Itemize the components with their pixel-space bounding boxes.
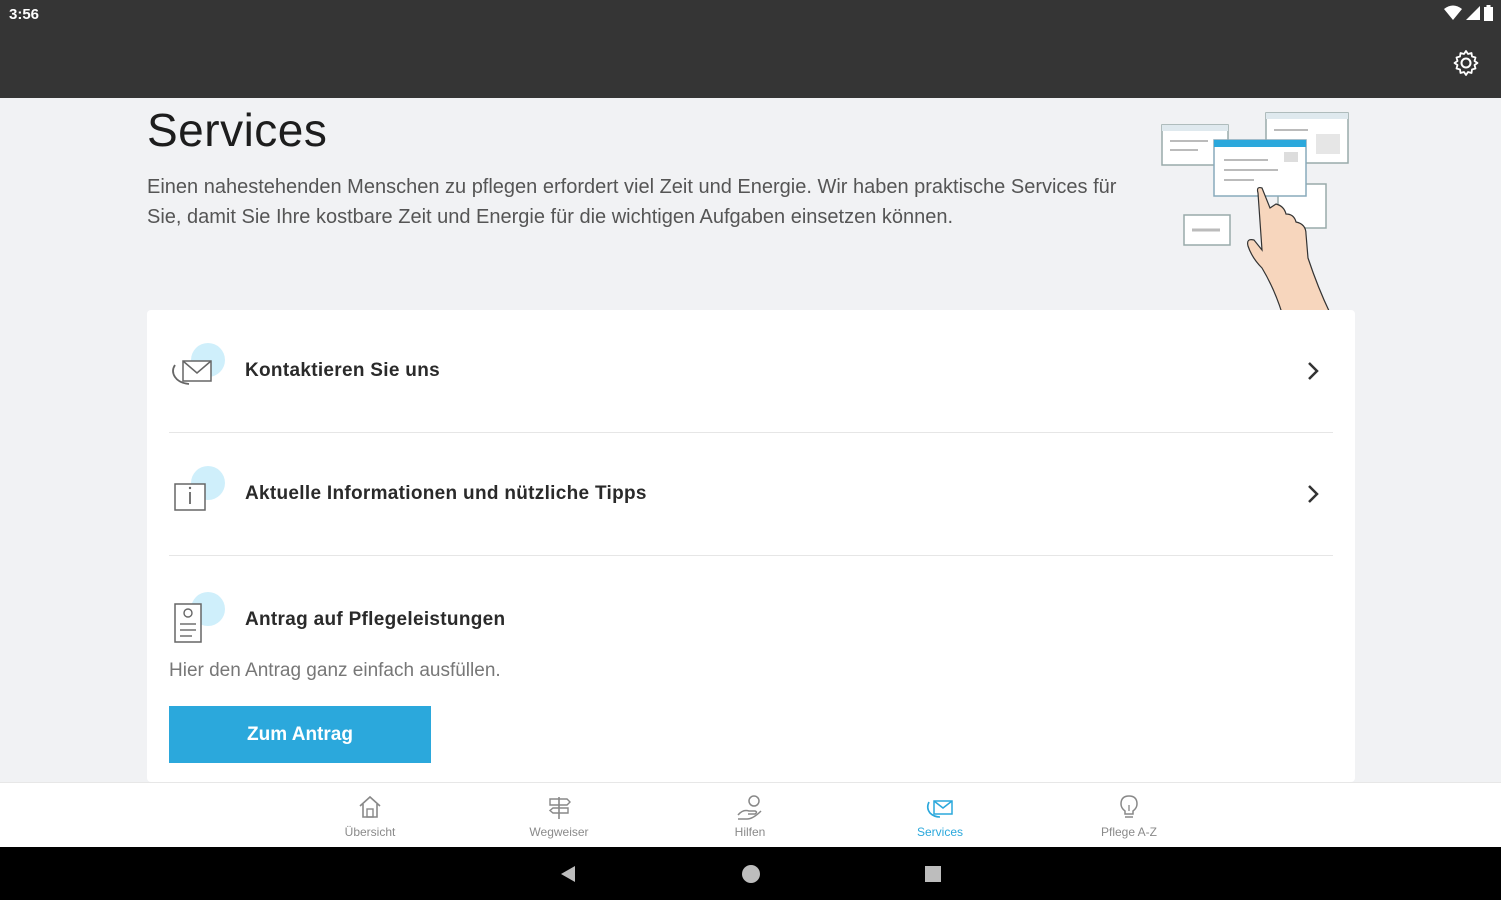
status-icons [1444, 5, 1493, 21]
list-item-label: Kontaktieren Sie uns [245, 360, 440, 381]
battery-icon [1484, 5, 1493, 21]
bottom-navigation: Übersicht Wegweiser Hilfen Services Pfle… [0, 782, 1501, 847]
nav-item-uebersicht[interactable]: Übersicht [310, 791, 430, 839]
zum-antrag-button[interactable]: Zum Antrag [169, 706, 431, 763]
divider [169, 555, 1333, 556]
status-time: 3:56 [9, 6, 40, 23]
nav-label: Services [916, 825, 963, 839]
settings-button[interactable] [1451, 48, 1481, 78]
system-navigation-bar [0, 847, 1501, 900]
nav-label: Übersicht [344, 825, 396, 839]
help-hand-icon [737, 795, 762, 820]
info-icon [169, 466, 225, 522]
list-item-contact[interactable]: Kontaktieren Sie uns [169, 310, 1333, 432]
contact-icon [169, 343, 225, 399]
services-icon [926, 800, 953, 818]
back-button[interactable] [555, 861, 581, 887]
home-icon [359, 795, 381, 818]
form-icon [169, 592, 225, 648]
list-item-info[interactable]: Aktuelle Informationen und nützliche Tip… [169, 433, 1333, 555]
antrag-description: Hier den Antrag ganz einfach ausfüllen. [169, 660, 501, 681]
chevron-right-icon [1308, 485, 1319, 503]
nav-item-services[interactable]: Services [880, 791, 1000, 839]
gear-icon [1453, 50, 1479, 76]
services-card: Kontaktieren Sie uns Aktuelle Informatio… [147, 310, 1355, 782]
antrag-title: Antrag auf Pflegeleistungen [245, 609, 506, 630]
recents-button[interactable] [920, 861, 946, 887]
nav-label: Hilfen [734, 825, 766, 839]
home-button[interactable] [738, 861, 764, 887]
nav-item-wegweiser[interactable]: Wegweiser [499, 791, 619, 839]
antrag-header: Antrag auf Pflegeleistungen [169, 590, 1333, 650]
chevron-right-icon [1308, 362, 1319, 380]
list-item-label: Aktuelle Informationen und nützliche Tip… [245, 483, 647, 504]
home-circle-icon [742, 865, 760, 883]
back-icon [561, 866, 575, 882]
signpost-icon [548, 797, 571, 819]
signal-icon [1466, 6, 1480, 20]
lightbulb-icon [1120, 795, 1138, 818]
nav-item-hilfen[interactable]: Hilfen [690, 791, 810, 839]
app-bar: 3:56 [0, 0, 1501, 98]
wifi-icon [1444, 5, 1462, 20]
nav-item-pflege-a-z[interactable]: Pflege A-Z [1069, 791, 1189, 839]
recents-icon [925, 866, 941, 882]
nav-label: Pflege A-Z [1100, 825, 1158, 839]
page-title: Services [147, 104, 328, 156]
antrag-section: Antrag auf Pflegeleistungen Hier den Ant… [169, 590, 1333, 763]
services-illustration [1161, 112, 1349, 313]
nav-label: Wegweiser [529, 825, 589, 839]
intro-text: Einen nahestehenden Menschen zu pflegen … [147, 176, 1117, 228]
